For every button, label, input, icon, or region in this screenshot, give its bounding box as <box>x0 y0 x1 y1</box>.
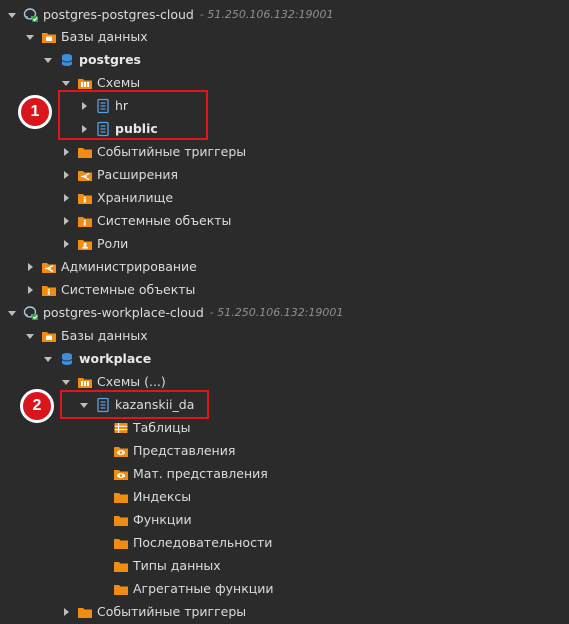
chevron-right-icon[interactable] <box>60 215 72 227</box>
schemas-label: Схемы (...) <box>97 374 166 389</box>
chevron-right-icon[interactable] <box>60 192 72 204</box>
annotation-badge-1: 1 <box>18 95 52 129</box>
databases-label: Базы данных <box>61 29 148 44</box>
tree-node-mat-views[interactable]: Мат. представления <box>113 462 268 485</box>
mat-views-label: Мат. представления <box>133 466 268 481</box>
folder-icon <box>113 581 129 597</box>
highlight-box-1 <box>58 90 208 140</box>
folder-icon <box>113 489 129 505</box>
annotation-badge-2: 2 <box>20 389 54 423</box>
functions-label: Функции <box>133 512 192 527</box>
tree-node-data-types[interactable]: Типы данных <box>113 554 221 577</box>
tree-node-db-postgres[interactable]: postgres <box>42 48 141 71</box>
tree-node-views[interactable]: Представления <box>113 439 235 462</box>
tree-node-functions[interactable]: Функции <box>113 508 192 531</box>
chevron-down-icon[interactable] <box>6 307 18 319</box>
folder-admin-icon <box>41 259 57 275</box>
folder-schemas-icon <box>77 374 93 390</box>
tables-label: Таблицы <box>133 420 191 435</box>
tree-node-storage[interactable]: Хранилище <box>60 186 173 209</box>
views-label: Представления <box>133 443 236 458</box>
chevron-right-icon[interactable] <box>60 238 72 250</box>
folder-database-icon <box>41 29 57 45</box>
tree-node-administration[interactable]: Администрирование <box>24 255 197 278</box>
connection-name: postgres-workplace-cloud <box>43 305 204 320</box>
elephant-icon <box>23 305 39 321</box>
database-icon <box>59 351 75 367</box>
chevron-down-icon[interactable] <box>6 9 18 21</box>
tree-node-event-triggers[interactable]: Событийные триггеры <box>60 140 246 163</box>
aggregate-functions-label: Агрегатные функции <box>133 581 274 596</box>
folder-user-icon <box>77 236 93 252</box>
chevron-down-icon[interactable] <box>24 31 36 43</box>
chevron-right-icon[interactable] <box>60 146 72 158</box>
connection-address: - 51.250.106.132:19001 <box>199 8 334 21</box>
folder-icon <box>113 558 129 574</box>
chevron-down-icon[interactable] <box>60 77 72 89</box>
connection-name: postgres-postgres-cloud <box>43 7 194 22</box>
connection-address: - 51.250.106.132:19001 <box>209 306 344 319</box>
storage-label: Хранилище <box>97 190 174 205</box>
table-icon <box>113 420 129 436</box>
database-icon <box>59 52 75 68</box>
chevron-down-icon[interactable] <box>60 376 72 388</box>
folder-icon <box>113 512 129 528</box>
databases-label: Базы данных <box>61 328 148 343</box>
folder-database-icon <box>41 328 57 344</box>
schemas-label: Схемы <box>97 75 141 90</box>
folder-icon <box>77 144 93 160</box>
folder-info-icon <box>41 282 57 298</box>
tree-node-system-objects-root[interactable]: Системные объекты <box>24 278 195 301</box>
folder-extensions-icon <box>77 167 93 183</box>
chevron-down-icon[interactable] <box>24 330 36 342</box>
tree-node-aggregate-functions[interactable]: Агрегатные функции <box>113 577 274 600</box>
administration-label: Администрирование <box>61 259 197 274</box>
chevron-down-icon[interactable] <box>42 353 54 365</box>
folder-icon <box>113 535 129 551</box>
chevron-down-icon[interactable] <box>42 54 54 66</box>
tree-node-tables[interactable]: Таблицы <box>113 416 191 439</box>
event-triggers-label: Событийные триггеры <box>97 144 247 159</box>
folder-info-icon <box>77 213 93 229</box>
tree-node-system-objects[interactable]: Системные объекты <box>60 209 231 232</box>
event-triggers-label: Событийные триггеры <box>97 604 247 619</box>
tree-node-roles[interactable]: Роли <box>60 232 128 255</box>
chevron-right-icon[interactable] <box>60 169 72 181</box>
folder-view-icon <box>113 443 129 459</box>
db-postgres-label: postgres <box>79 52 141 67</box>
chevron-right-icon[interactable] <box>24 284 36 296</box>
tree-node-event-triggers[interactable]: Событийные триггеры <box>60 600 246 623</box>
tree-node-sequences[interactable]: Последовательности <box>113 531 272 554</box>
tree-node-connection-postgres-cloud[interactable]: postgres-postgres-cloud - 51.250.106.132… <box>6 3 334 26</box>
elephant-icon <box>23 7 39 23</box>
sequences-label: Последовательности <box>133 535 273 550</box>
tree-node-databases[interactable]: Базы данных <box>24 324 148 347</box>
system-objects-label: Системные объекты <box>97 213 232 228</box>
data-types-label: Типы данных <box>133 558 221 573</box>
folder-schemas-icon <box>77 75 93 91</box>
tree-node-connection-workplace-cloud[interactable]: postgres-workplace-cloud - 51.250.106.13… <box>6 301 343 324</box>
roles-label: Роли <box>97 236 129 251</box>
indexes-label: Индексы <box>133 489 192 504</box>
extensions-label: Расширения <box>97 167 179 182</box>
db-workplace-label: workplace <box>79 351 152 366</box>
system-objects-root-label: Системные объекты <box>61 282 196 297</box>
chevron-right-icon[interactable] <box>24 261 36 273</box>
folder-info-icon <box>77 190 93 206</box>
folder-view-icon <box>113 466 129 482</box>
tree-node-extensions[interactable]: Расширения <box>60 163 178 186</box>
chevron-right-icon[interactable] <box>60 606 72 618</box>
tree-node-databases[interactable]: Базы данных <box>24 25 148 48</box>
tree-node-indexes[interactable]: Индексы <box>113 485 191 508</box>
highlight-box-2 <box>60 390 209 419</box>
tree-node-db-workplace[interactable]: workplace <box>42 347 151 370</box>
folder-icon <box>77 604 93 620</box>
